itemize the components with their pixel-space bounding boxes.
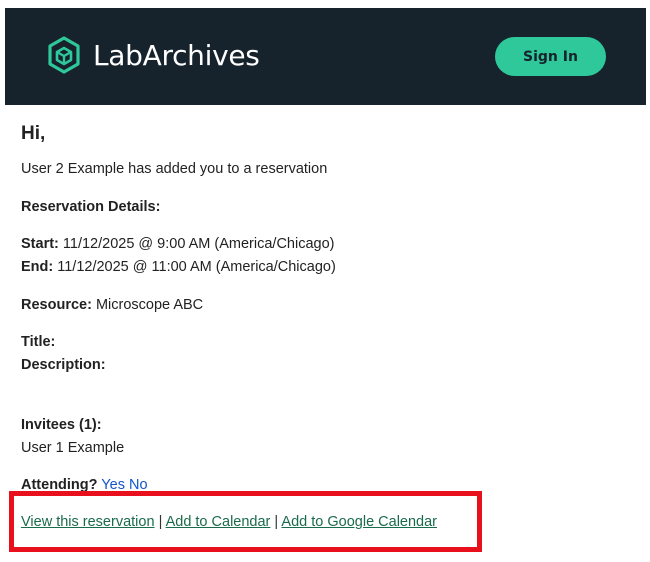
details-heading: Reservation Details: bbox=[21, 199, 161, 215]
resource-value: Microscope ABC bbox=[95, 297, 204, 313]
end-label: End: bbox=[21, 259, 54, 275]
brand-logo[interactable]: LabArchives bbox=[47, 35, 260, 75]
resource-row: Resource: Microscope ABC bbox=[21, 297, 203, 313]
start-label: Start: bbox=[21, 236, 59, 252]
header-bar: LabArchives Sign In bbox=[5, 8, 646, 105]
end-row: End: 11/12/2025 @ 11:00 AM (America/Chic… bbox=[21, 259, 336, 275]
invitees-label: Invitees (1): bbox=[21, 417, 102, 433]
intro-text: User 2 Example has added you to a reserv… bbox=[21, 161, 328, 177]
brand-name: LabArchives bbox=[93, 38, 260, 72]
highlight-box bbox=[9, 491, 482, 552]
cube-icon bbox=[47, 36, 81, 74]
start-row: Start: 11/12/2025 @ 9:00 AM (America/Chi… bbox=[21, 236, 334, 252]
resource-label: Resource: bbox=[21, 297, 92, 313]
invitee-item: User 1 Example bbox=[21, 440, 125, 456]
sign-in-button[interactable]: Sign In bbox=[495, 37, 606, 76]
greeting: Hi, bbox=[21, 123, 46, 144]
description-label: Description: bbox=[21, 357, 106, 373]
start-value: 11/12/2025 @ 9:00 AM (America/Chicago) bbox=[62, 236, 335, 252]
end-value: 11/12/2025 @ 11:00 AM (America/Chicago) bbox=[57, 259, 336, 275]
title-label: Title: bbox=[21, 334, 56, 350]
